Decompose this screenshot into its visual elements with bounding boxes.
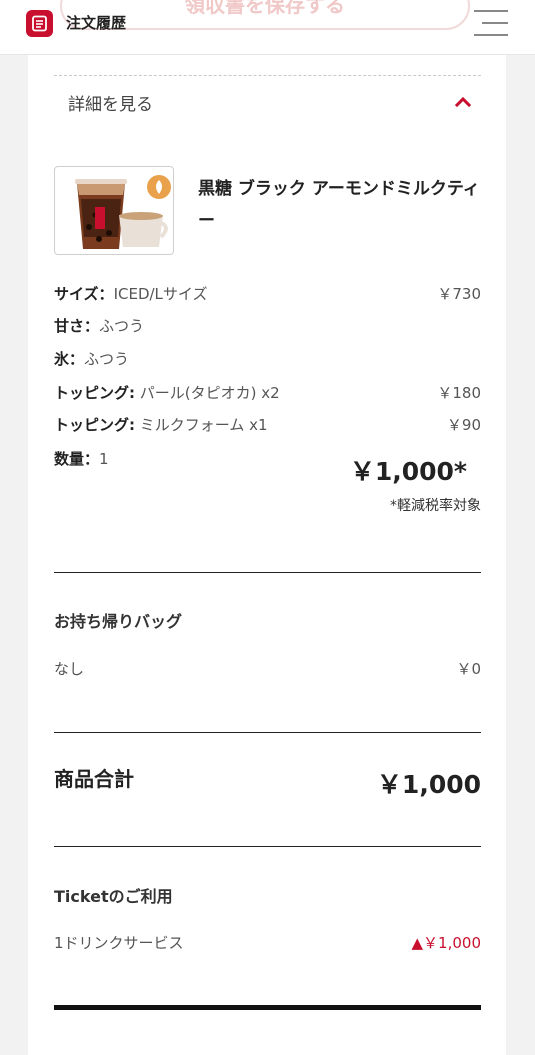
order-history-icon [26, 10, 53, 37]
option-row-topping-foam: トッピング: ミルクフォーム x1 ￥90 [54, 413, 481, 437]
option-price: ￥90 [446, 416, 481, 434]
app-header: 領収書を保存する 注文履歴 [0, 0, 535, 55]
option-label: 甘さ： [54, 317, 100, 335]
option-value: ミルクフォーム x1 [135, 416, 268, 434]
order-detail-card: 詳細を見る 黒糖 ブラック アーモンドミルクティー サイズ：ICED/Lサイズ … [28, 55, 506, 1055]
option-value: パール(タピオカ) x2 [135, 384, 280, 402]
bag-row: なし ￥0 [54, 658, 481, 679]
option-label: トッピング: [54, 384, 135, 402]
subtotal-label: 商品合計 [54, 767, 134, 791]
option-row-ice: 氷：ふつう [54, 347, 481, 371]
option-price: ￥180 [437, 384, 481, 402]
option-label: 氷： [54, 350, 85, 368]
option-row-topping-pearl: トッピング: パール(タピオカ) x2 ￥180 [54, 381, 481, 405]
option-value: ICED/Lサイズ [113, 285, 208, 303]
item-total-price: ￥1,000* [349, 457, 467, 486]
bag-section-title: お持ち帰りバッグ [54, 612, 183, 631]
option-label: トッピング: [54, 416, 135, 434]
section-divider-thick [54, 1005, 481, 1010]
option-label: 数量： [54, 450, 100, 468]
bag-label: なし [54, 660, 85, 678]
section-divider [54, 572, 481, 573]
ticket-discount: ▲￥1,000 [411, 934, 481, 952]
option-value: ふつう [84, 350, 130, 368]
ticket-section-title: Ticketのご利用 [54, 887, 173, 906]
hamburger-menu-icon[interactable] [470, 8, 508, 38]
tax-note: *軽減税率対象 [390, 498, 481, 514]
option-value: 1 [99, 450, 109, 468]
details-toggle[interactable]: 詳細を見る [68, 90, 153, 115]
option-label: サイズ： [54, 285, 114, 303]
option-value: ふつう [99, 317, 145, 335]
section-divider [54, 732, 481, 733]
option-row-size: サイズ：ICED/Lサイズ ￥730 [54, 282, 481, 306]
option-row-sweetness: 甘さ：ふつう [54, 314, 481, 338]
chevron-up-icon[interactable] [452, 93, 474, 111]
product-image [54, 166, 174, 255]
ticket-label: 1ドリンクサービス [54, 934, 184, 952]
option-price: ￥730 [437, 285, 481, 303]
page-title: 注文履歴 [66, 14, 127, 32]
subtotal-value: ￥1,000 [376, 770, 481, 799]
ticket-row: 1ドリンクサービス ▲￥1,000 [54, 932, 481, 953]
section-divider [54, 846, 481, 847]
dashed-divider [54, 75, 481, 76]
bag-price: ￥0 [456, 660, 481, 678]
product-name: 黒糖 ブラック アーモンドミルクティー [198, 179, 480, 231]
